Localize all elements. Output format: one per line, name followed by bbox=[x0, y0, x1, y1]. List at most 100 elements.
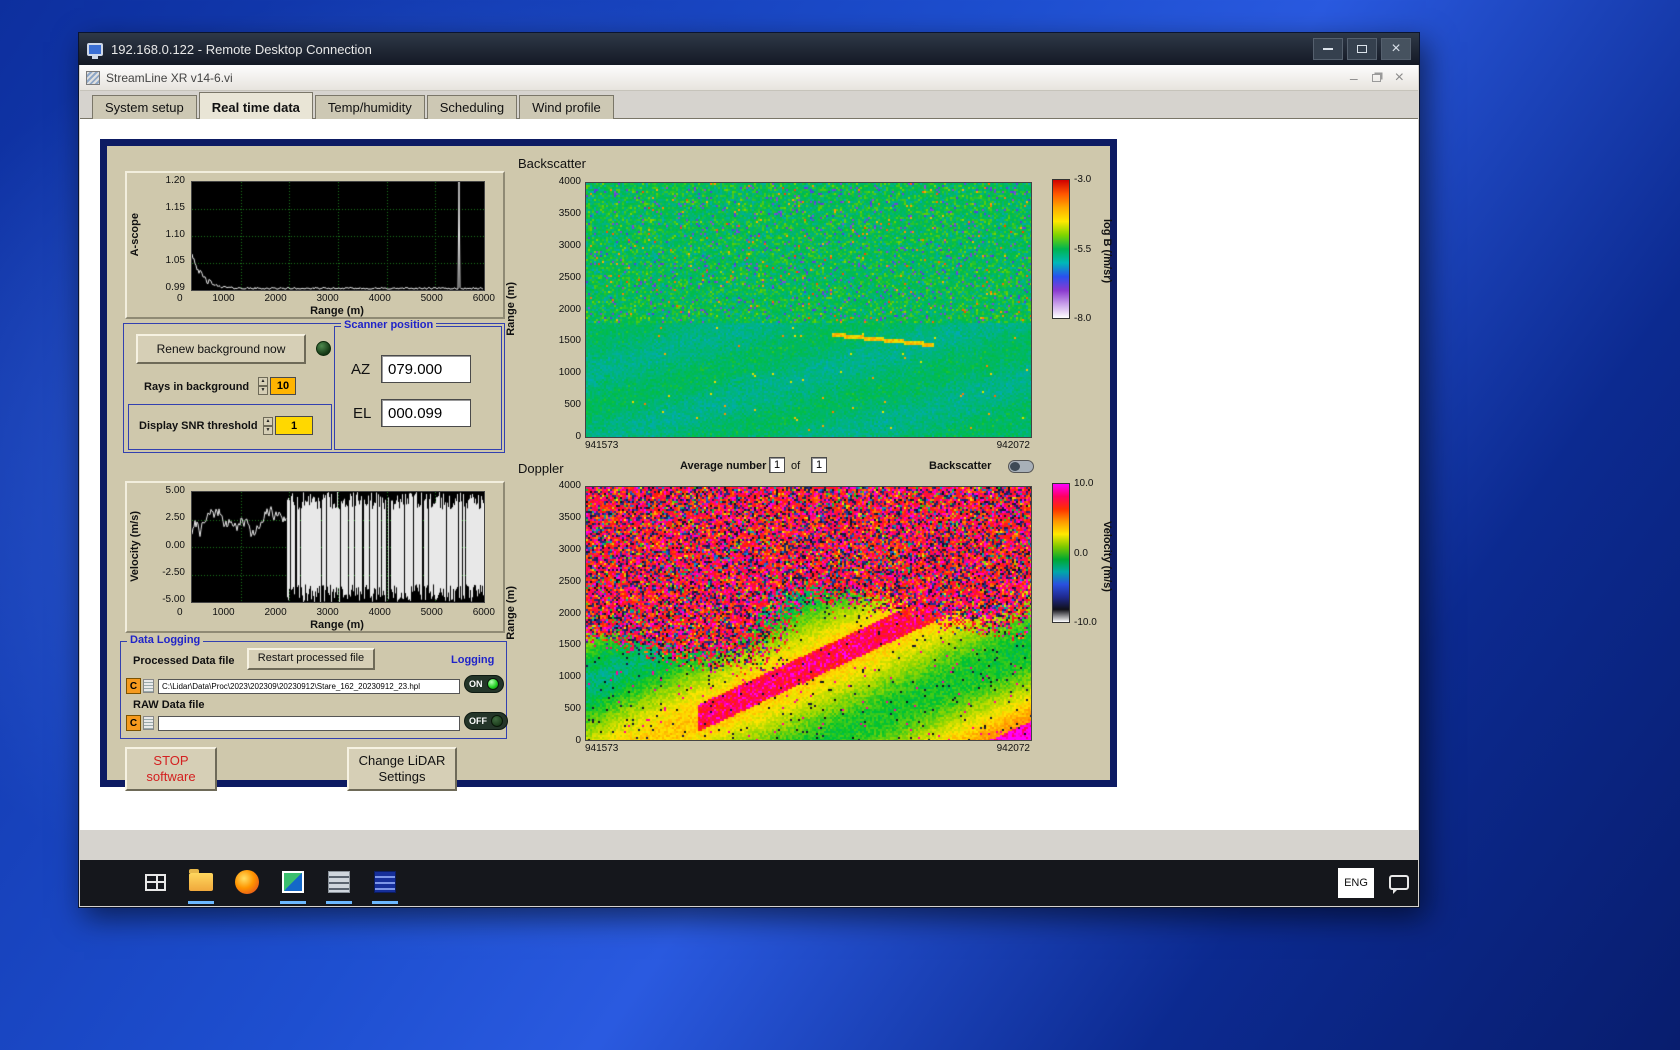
stop-software-button[interactable]: STOP software bbox=[125, 747, 217, 791]
scanner-position-title: Scanner position bbox=[341, 319, 437, 331]
ascope-xtick: 6000 bbox=[472, 293, 495, 304]
app-minimize-button[interactable]: – bbox=[1350, 71, 1358, 85]
change-lidar-settings-button[interactable]: Change LiDAR Settings bbox=[347, 747, 457, 791]
snr-spinner[interactable]: ▲ ▼ bbox=[263, 417, 273, 435]
velocity-xtick: 1000 bbox=[212, 607, 235, 618]
doppler-yticks: 4000 3500 3000 2500 2000 1500 1000 500 0 bbox=[539, 480, 581, 746]
rdp-maximize-button[interactable] bbox=[1347, 38, 1377, 60]
taskbar: ENG bbox=[80, 860, 1418, 906]
app-close-button[interactable]: × bbox=[1395, 69, 1404, 86]
tab-wind-profile[interactable]: Wind profile bbox=[519, 95, 614, 119]
doppler-ytick: 1500 bbox=[558, 639, 581, 651]
snr-threshold-label: Display SNR threshold bbox=[139, 420, 258, 432]
average-of-field[interactable]: 1 bbox=[811, 457, 827, 473]
rays-value[interactable]: 10 bbox=[270, 377, 296, 395]
el-field[interactable]: 000.099 bbox=[381, 399, 471, 427]
backscatter-ytick: 500 bbox=[564, 399, 581, 411]
backscatter-colorbar-label: log B (/m/sr) bbox=[1101, 218, 1113, 284]
minimize-icon bbox=[1323, 48, 1333, 50]
rdp-minimize-button[interactable] bbox=[1313, 38, 1343, 60]
rdp-close-button[interactable]: × bbox=[1381, 38, 1411, 60]
backscatter-ytick: 1000 bbox=[558, 367, 581, 379]
velocity-group: Velocity (m/s) 5.00 2.50 0.00 -2.50 -5.00 0 1… bbox=[125, 481, 505, 633]
raw-drive-button[interactable]: C bbox=[126, 715, 141, 731]
velocity-xaxis-label: Range (m) bbox=[310, 619, 364, 631]
velocity-xtick: 2000 bbox=[264, 607, 287, 618]
processed-logging-toggle[interactable]: ON bbox=[464, 675, 504, 693]
ascope-ytick: 1.20 bbox=[165, 175, 185, 186]
ascope-xtick: 0 bbox=[177, 293, 183, 304]
doppler-colorbar-label: Velocity (m/s) bbox=[1101, 520, 1113, 592]
raw-data-file-label: RAW Data file bbox=[133, 699, 205, 711]
app-content: A-scope 1.20 1.15 1.10 1.05 0.99 0 1000 2000 30… bbox=[80, 119, 1418, 846]
raw-logging-toggle[interactable]: OFF bbox=[464, 712, 508, 730]
doppler-ytick: 2000 bbox=[558, 607, 581, 619]
restart-processed-file-button[interactable]: Restart processed file bbox=[247, 648, 375, 670]
velocity-xticks: 0 1000 2000 3000 4000 5000 6000 bbox=[177, 607, 495, 618]
tab-system-setup[interactable]: System setup bbox=[92, 95, 197, 119]
controls-group: Renew background now Rays in background … bbox=[123, 319, 505, 453]
backscatter-toggle-label: Backscatter bbox=[929, 460, 992, 472]
of-label: of bbox=[791, 460, 801, 472]
language-indicator[interactable]: ENG bbox=[1338, 868, 1374, 898]
app-bottom-strip bbox=[80, 830, 1418, 846]
doppler-ytick: 2500 bbox=[558, 575, 581, 587]
backscatter-ytick: 0 bbox=[575, 431, 581, 442]
az-field[interactable]: 079.000 bbox=[381, 355, 471, 383]
renew-background-led bbox=[316, 341, 331, 356]
backscatter-colorbar-tick: -5.5 bbox=[1074, 243, 1092, 255]
renew-background-button[interactable]: Renew background now bbox=[136, 334, 306, 364]
logging-off-led bbox=[491, 715, 503, 727]
ascope-ylabel: A-scope bbox=[129, 213, 141, 257]
blue-app-icon[interactable] bbox=[372, 869, 398, 895]
rdp-window-title: 192.168.0.122 - Remote Desktop Connectio… bbox=[111, 41, 372, 57]
average-number-label: Average number bbox=[680, 460, 767, 472]
remote-desktop: StreamLine XR v14-6.vi – × System setup R… bbox=[80, 65, 1418, 906]
labview-vi-icon bbox=[86, 70, 100, 85]
average-number-field[interactable]: 1 bbox=[769, 457, 785, 473]
rays-in-background-label: Rays in background bbox=[144, 381, 250, 393]
ascope-group: A-scope 1.20 1.15 1.10 1.05 0.99 0 1000 2000 30… bbox=[125, 171, 505, 319]
rays-spinner[interactable]: ▲ ▼ bbox=[258, 377, 268, 395]
tab-scheduling[interactable]: Scheduling bbox=[426, 95, 518, 119]
doppler-title: Doppler bbox=[518, 461, 564, 476]
backscatter-ytick: 4000 bbox=[558, 176, 581, 187]
ascope-ytick: 1.15 bbox=[165, 201, 185, 213]
velocity-xtick: 5000 bbox=[420, 607, 443, 618]
velocity-ytick: 5.00 bbox=[165, 485, 185, 496]
doppler-colorbar-tick: 0.0 bbox=[1074, 547, 1088, 559]
photos-icon[interactable] bbox=[280, 869, 306, 895]
backscatter-display-toggle[interactable] bbox=[1008, 460, 1034, 473]
blue-app-active-indicator bbox=[372, 901, 398, 904]
firefox-icon[interactable] bbox=[234, 869, 260, 895]
backscatter-title: Backscatter bbox=[518, 156, 586, 171]
processed-data-file-label: Processed Data file bbox=[133, 655, 235, 667]
raw-path-field[interactable] bbox=[158, 716, 460, 731]
backscatter-ylabel: Range (m) bbox=[505, 282, 517, 336]
tab-temp-humidity[interactable]: Temp/humidity bbox=[314, 95, 425, 119]
chat-icon[interactable] bbox=[1386, 869, 1412, 895]
velocity-ytick: 2.50 bbox=[165, 512, 185, 524]
rdp-titlebar[interactable]: 192.168.0.122 - Remote Desktop Connectio… bbox=[79, 33, 1419, 65]
app-titlebar[interactable]: StreamLine XR v14-6.vi – × bbox=[80, 65, 1418, 91]
raw-browse-icon[interactable] bbox=[143, 716, 154, 730]
processed-drive-button[interactable]: C bbox=[126, 678, 141, 694]
tab-real-time-data[interactable]: Real time data bbox=[198, 92, 313, 119]
app-restore-button[interactable] bbox=[1371, 73, 1381, 82]
doppler-ytick: 0 bbox=[575, 735, 581, 746]
scan-sched-icon[interactable] bbox=[326, 869, 352, 895]
ascope-ytick: 1.05 bbox=[165, 255, 185, 267]
velocity-ytick: -2.50 bbox=[162, 566, 185, 578]
processed-path-field[interactable]: C:\Lidar\Data\Proc\2023\202309\20230912\… bbox=[158, 679, 460, 694]
task-view-icon[interactable] bbox=[142, 869, 168, 895]
file-explorer-icon[interactable] bbox=[188, 869, 214, 895]
app-window: StreamLine XR v14-6.vi – × System setup R… bbox=[80, 65, 1418, 862]
processed-browse-icon[interactable] bbox=[143, 679, 154, 693]
velocity-xtick: 4000 bbox=[368, 607, 391, 618]
snr-value[interactable]: 1 bbox=[275, 416, 313, 435]
backscatter-heatmap bbox=[585, 182, 1032, 438]
backscatter-colorbar bbox=[1052, 179, 1070, 319]
velocity-plot bbox=[191, 491, 485, 603]
on-label: ON bbox=[469, 679, 483, 689]
doppler-ytick: 500 bbox=[564, 703, 581, 715]
